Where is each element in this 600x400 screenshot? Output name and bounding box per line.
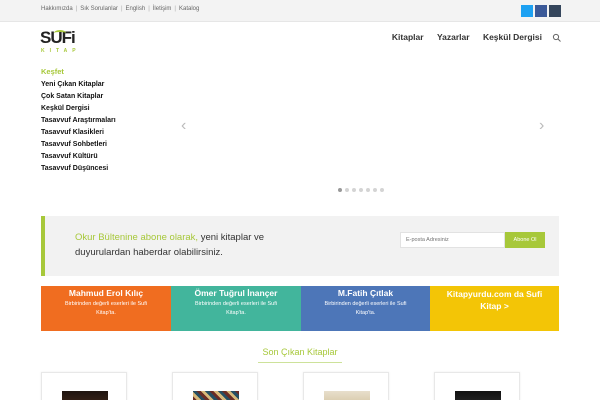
book-cover-image: [455, 391, 501, 400]
category-item[interactable]: Tasavvuf Kültürü: [41, 151, 116, 163]
top-bar: Hakkımızda | Sık Sorulanlar | English | İletiş…: [0, 0, 600, 22]
slider-dot[interactable]: [338, 188, 342, 192]
separator: |: [174, 6, 176, 12]
email-field[interactable]: [400, 232, 505, 248]
slider-dot[interactable]: [359, 188, 363, 192]
slider-dot[interactable]: [380, 188, 384, 192]
category-item[interactable]: Tasavvuf Sohbetleri: [41, 139, 116, 151]
category-list: Keşfet Yeni Çıkan Kitaplar Çok Satan Kit…: [41, 66, 116, 175]
nav-item-keskul-dergisi[interactable]: Keşkül Dergisi: [483, 32, 542, 42]
author-cards: Mahmud Erol Kılıç Birbirinden değerli es…: [41, 286, 559, 331]
nav-item-kitaplar[interactable]: Kitaplar: [392, 32, 424, 42]
book-card[interactable]: [303, 372, 389, 400]
book-cover-image: [193, 391, 239, 400]
slider-dot[interactable]: [366, 188, 370, 192]
card-desc: Birbirinden değerli eserleri ile Sufi Ki…: [65, 301, 147, 316]
search-icon[interactable]: [552, 33, 562, 43]
category-item[interactable]: Keşkül Dergisi: [41, 103, 116, 115]
toplink-english[interactable]: English: [126, 6, 146, 12]
card-title: Kitapyurdu.com da Sufi Kitap >: [446, 289, 543, 311]
slider-next-arrow-icon[interactable]: ›: [539, 118, 549, 134]
toplink-about[interactable]: Hakkımızda: [41, 6, 73, 12]
twitter-icon[interactable]: [521, 5, 533, 17]
instagram-icon[interactable]: [549, 5, 561, 17]
toplink-catalog[interactable]: Katalog: [179, 6, 199, 12]
book-card[interactable]: [41, 372, 127, 400]
author-card-fatih-citlak[interactable]: M.Fatih Çıtlak Birbirinden değerli eserl…: [301, 286, 430, 331]
card-desc: Birbirinden değerli eserleri ile Sufi Ki…: [324, 301, 407, 316]
book-card[interactable]: [434, 372, 520, 400]
section-title-underline: [258, 362, 342, 363]
card-title: Ömer Tuğrul İnançer: [194, 288, 278, 298]
slider-dot[interactable]: [352, 188, 356, 192]
category-item[interactable]: Tasavvuf Düşüncesi: [41, 163, 116, 175]
subscribe-button[interactable]: Abone Ol: [505, 232, 545, 248]
site-logo[interactable]: SUFi KITAP: [40, 28, 80, 58]
main-nav: Kitaplar Yazarlar Keşkül Dergisi: [381, 32, 542, 42]
author-card-mahmud-erol-kilic[interactable]: Mahmud Erol Kılıç Birbirinden değerli es…: [41, 286, 171, 331]
slider-dot[interactable]: [373, 188, 377, 192]
logo-subtext: KITAP: [41, 48, 81, 54]
nav-item-yazarlar[interactable]: Yazarlar: [437, 32, 470, 42]
slider-prev-arrow-icon[interactable]: ‹: [181, 118, 191, 134]
card-title: M.Fatih Çıtlak: [337, 288, 394, 298]
category-item[interactable]: Tasavvuf Klasikleri: [41, 127, 116, 139]
section-title-recent-books: Son Çıkan Kitaplar: [262, 347, 338, 357]
newsletter-text: Okur Bültenine abone olarak, yeni kitapl…: [75, 230, 295, 260]
category-item[interactable]: Yeni Çıkan Kitaplar: [41, 79, 116, 91]
hero-slider: Keşfet Yeni Çıkan Kitaplar Çok Satan Kit…: [41, 66, 559, 201]
book-cover-image: [324, 391, 370, 400]
card-desc: Birbirinden değerli eserleri ile Sufi Ki…: [195, 301, 277, 316]
separator: |: [75, 6, 78, 12]
separator: |: [148, 6, 150, 12]
kitapyurdu-link-card[interactable]: Kitapyurdu.com da Sufi Kitap >: [430, 286, 559, 331]
logo-swoosh: [54, 30, 66, 36]
slider-dot[interactable]: [345, 188, 349, 192]
category-item[interactable]: Tasavvuf Araştırmaları: [41, 115, 116, 127]
book-card[interactable]: [172, 372, 258, 400]
book-cover-image: [62, 391, 108, 400]
top-links: Hakkımızda | Sık Sorulanlar | English | İletiş…: [41, 6, 199, 12]
separator: |: [120, 6, 123, 12]
newsletter-box: Okur Bültenine abone olarak, yeni kitapl…: [41, 216, 559, 276]
category-item[interactable]: Çok Satan Kitaplar: [41, 91, 116, 103]
category-title: Keşfet: [41, 67, 64, 76]
slider-dots: [338, 188, 384, 194]
card-title: Mahmud Erol Kılıç: [68, 288, 144, 298]
newsletter-highlight: Okur Bültenine abone olarak,: [75, 232, 199, 243]
facebook-icon[interactable]: [535, 5, 547, 17]
toplink-faq[interactable]: Sık Sorulanlar: [80, 6, 118, 12]
author-card-omer-tugrul-inancer[interactable]: Ömer Tuğrul İnançer Birbirinden değerli …: [171, 286, 301, 331]
toplink-contact[interactable]: İletişim: [153, 6, 172, 12]
